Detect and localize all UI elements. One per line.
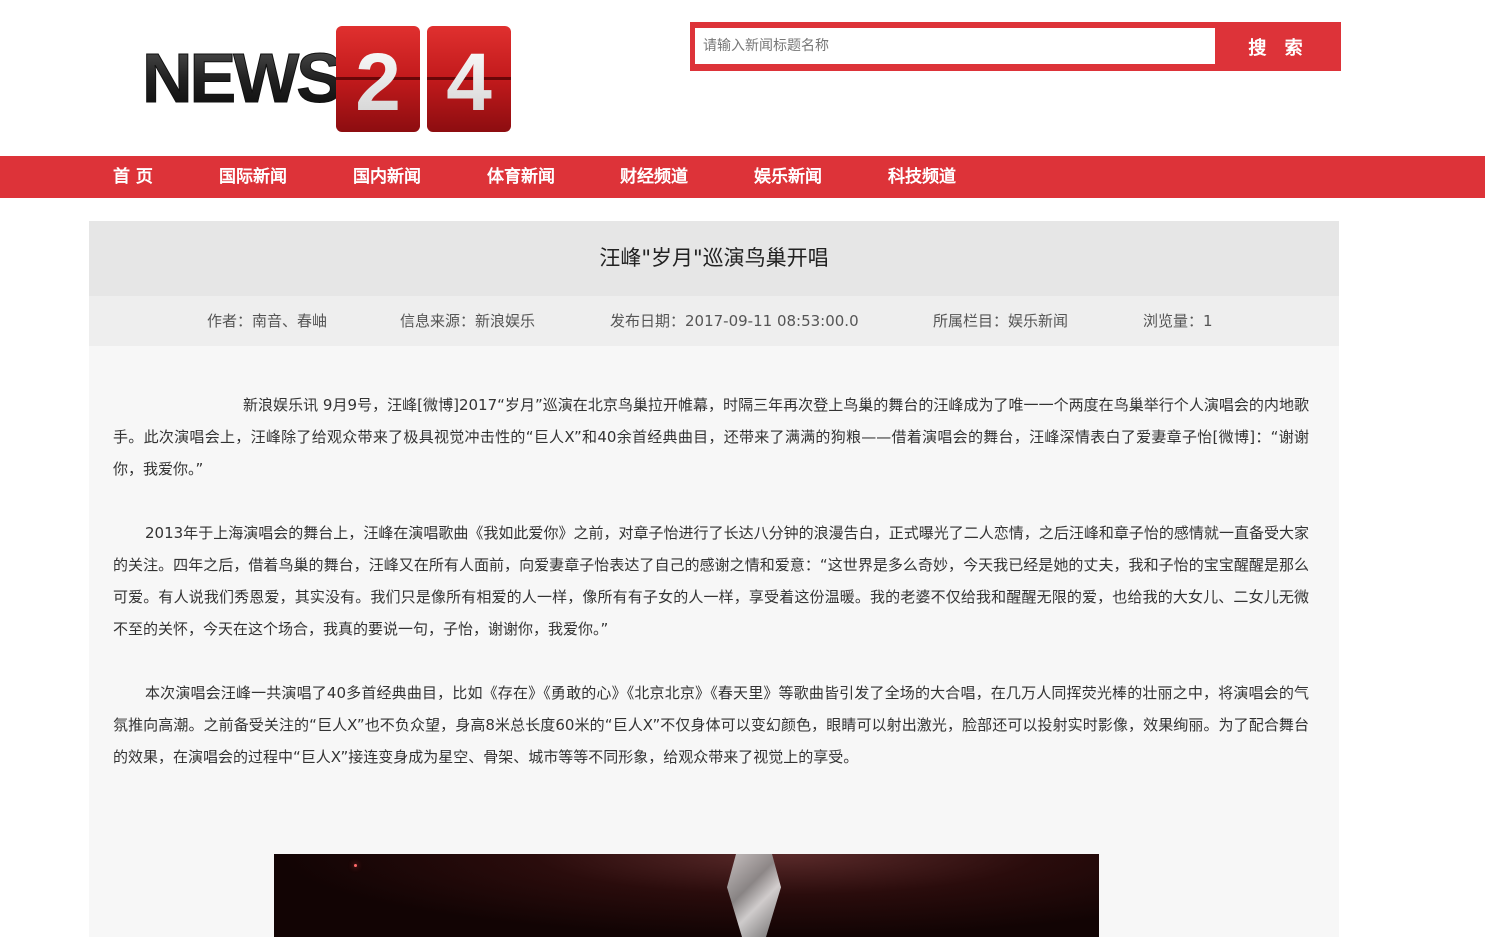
- article-body: 新浪娱乐讯 9月9号，汪峰[微博]2017“岁月”巡演在北京鸟巢拉开帷幕，时隔三…: [113, 389, 1309, 805]
- nav-item-sports[interactable]: 体育新闻: [487, 156, 555, 198]
- logo-news-text: NEWS: [142, 39, 340, 117]
- article-meta: 作者：南音、春岫 信息来源：新浪娱乐 发布日期：2017-09-11 08:53…: [89, 296, 1339, 346]
- meta-views: 浏览量：1: [1143, 312, 1213, 330]
- giant-x-figure: [727, 854, 781, 937]
- article-paragraph: 本次演唱会汪峰一共演唱了40多首经典曲目，比如《存在》《勇敢的心》《北京北京》《…: [113, 684, 1309, 766]
- logo-digit-4: 4: [446, 37, 492, 128]
- nav-item-technology[interactable]: 科技频道: [888, 156, 956, 198]
- search-button[interactable]: 搜 索: [1216, 22, 1341, 71]
- meta-date: 发布日期：2017-09-11 08:53:00.0: [610, 312, 859, 330]
- logo-digit-tile-4: 4: [427, 26, 511, 132]
- article-container: 汪峰"岁月"巡演鸟巢开唱 作者：南音、春岫 信息来源：新浪娱乐 发布日期：201…: [89, 221, 1339, 937]
- nav-item-finance[interactable]: 财经频道: [620, 156, 688, 198]
- article-photo: [274, 854, 1099, 937]
- search-input[interactable]: [695, 28, 1215, 64]
- meta-source: 信息来源：新浪娱乐: [400, 312, 536, 330]
- article-title: 汪峰"岁月"巡演鸟巢开唱: [89, 221, 1339, 296]
- nav-item-home[interactable]: 首 页: [113, 156, 153, 198]
- nav-item-international[interactable]: 国际新闻: [219, 156, 287, 198]
- search-bar: 搜 索: [690, 22, 1341, 71]
- news24-logo[interactable]: NEWS 2 4: [140, 22, 516, 137]
- article-paragraph: 2013年于上海演唱会的舞台上，汪峰在演唱歌曲《我如此爱你》之前，对章子怡进行了…: [113, 524, 1309, 638]
- main-nav: 首 页 国际新闻 国内新闻 体育新闻 财经频道 娱乐新闻 科技频道: [0, 156, 1485, 198]
- meta-column: 所属栏目：娱乐新闻: [933, 312, 1069, 330]
- meta-author: 作者：南音、春岫: [207, 312, 328, 330]
- article-paragraph: 新浪娱乐讯 9月9号，汪峰[微博]2017“岁月”巡演在北京鸟巢拉开帷幕，时隔三…: [113, 396, 1309, 478]
- stage-light: [354, 864, 357, 867]
- nav-item-domestic[interactable]: 国内新闻: [353, 156, 421, 198]
- logo-digit-2: 2: [355, 37, 401, 128]
- nav-item-entertainment[interactable]: 娱乐新闻: [754, 156, 822, 198]
- logo-digit-tile-2: 2: [336, 26, 420, 132]
